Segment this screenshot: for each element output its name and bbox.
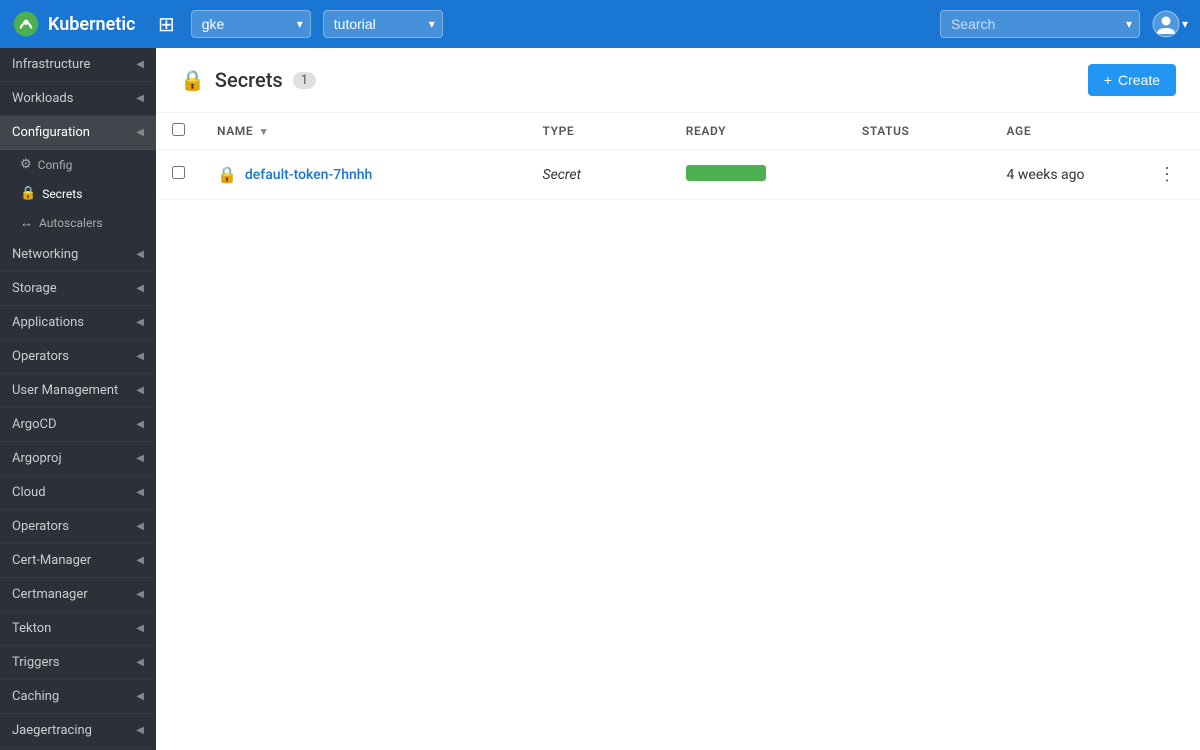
secret-lock-icon: 🔒 [217, 165, 237, 184]
sidebar-item-jaegertracing[interactable]: Jaegertracing ◀ [0, 714, 156, 748]
secret-name-link[interactable]: default-token-7hnhh [245, 167, 372, 183]
chevron-icon: ◀ [136, 725, 144, 736]
row-checkbox[interactable] [172, 166, 185, 179]
cluster-select[interactable]: gke minikube local [191, 10, 311, 38]
row-type-cell: Secret [527, 150, 670, 200]
sidebar-item-cloud[interactable]: Cloud ◀ [0, 476, 156, 510]
sort-icon: ▾ [261, 125, 267, 138]
chevron-icon: ◀ [136, 127, 144, 138]
sidebar-item-workloads[interactable]: Workloads ◀ [0, 82, 156, 116]
row-actions-button[interactable]: ⋮ [1150, 162, 1184, 187]
sidebar-item-cert-manager[interactable]: Cert-Manager ◀ [0, 544, 156, 578]
row-name-cell: 🔒 default-token-7hnhh [201, 150, 527, 200]
search-input[interactable] [940, 10, 1140, 38]
sidebar-item-tekton[interactable]: Tekton ◀ [0, 612, 156, 646]
namespace-select[interactable]: tutorial default kube-system [323, 10, 443, 38]
user-avatar[interactable]: ▾ [1152, 10, 1188, 38]
row-status-cell [846, 150, 991, 200]
logo-icon [12, 10, 40, 38]
sidebar-item-operators2[interactable]: Operators ◀ [0, 510, 156, 544]
config-icon: ⚙ [20, 157, 32, 172]
app-logo: Kubernetic [12, 10, 142, 38]
app-header: Kubernetic ⊞ gke minikube local ▾ tutori… [0, 0, 1200, 48]
ready-bar [686, 165, 766, 181]
sidebar-sub-item-secrets[interactable]: 🔒 Secrets [0, 179, 156, 208]
chevron-icon: ◀ [136, 385, 144, 396]
secrets-table: NAME ▾ TYPE READY STATUS A [156, 113, 1200, 200]
sidebar-item-storage[interactable]: Storage ◀ [0, 272, 156, 306]
secrets-icon: 🔒 [20, 186, 36, 201]
sidebar-sub-item-config[interactable]: ⚙ Config [0, 150, 156, 179]
col-name[interactable]: NAME ▾ [201, 113, 527, 150]
sidebar-item-argoproj[interactable]: Argoproj ◀ [0, 442, 156, 476]
autoscalers-icon: ↔ [20, 215, 33, 231]
sidebar-sub-item-autoscalers[interactable]: ↔ Autoscalers [0, 208, 156, 238]
cluster-select-wrapper[interactable]: gke minikube local ▾ [191, 10, 311, 38]
sidebar-item-triggers[interactable]: Triggers ◀ [0, 646, 156, 680]
table-header-row: NAME ▾ TYPE READY STATUS A [156, 113, 1200, 150]
row-actions-cell: ⋮ [1134, 150, 1200, 200]
chevron-icon: ◀ [136, 521, 144, 532]
chevron-icon: ◀ [136, 589, 144, 600]
sidebar-item-argocd[interactable]: ArgoCD ◀ [0, 408, 156, 442]
table-body: 🔒 default-token-7hnhh Secret [156, 150, 1200, 200]
chevron-icon: ◀ [136, 419, 144, 430]
search-wrapper[interactable]: ▾ [940, 10, 1140, 38]
chevron-icon: ◀ [136, 59, 144, 70]
col-actions [1134, 113, 1200, 150]
chevron-icon: ◀ [136, 249, 144, 260]
user-icon [1152, 10, 1180, 38]
page-count-badge: 1 [293, 72, 316, 89]
content-area: 🔒 Secrets 1 + Create NAME [156, 48, 1200, 750]
create-plus-icon: + [1104, 72, 1112, 88]
app-name: Kubernetic [48, 14, 135, 35]
sidebar-item-user-management[interactable]: User Management ◀ [0, 374, 156, 408]
sidebar-item-networking[interactable]: Networking ◀ [0, 238, 156, 272]
select-all-col [156, 113, 201, 150]
create-button[interactable]: + Create [1088, 64, 1176, 96]
name-cell: 🔒 default-token-7hnhh [217, 165, 511, 184]
chevron-icon: ◀ [136, 623, 144, 634]
sidebar-item-caching[interactable]: Caching ◀ [0, 680, 156, 714]
table-row: 🔒 default-token-7hnhh Secret [156, 150, 1200, 200]
user-chevron: ▾ [1182, 17, 1188, 31]
col-type: TYPE [527, 113, 670, 150]
select-all-checkbox[interactable] [172, 123, 185, 136]
sidebar-item-configuration[interactable]: Configuration ◀ [0, 116, 156, 150]
chevron-icon: ◀ [136, 453, 144, 464]
secrets-table-container: NAME ▾ TYPE READY STATUS A [156, 113, 1200, 200]
chevron-icon: ◀ [136, 487, 144, 498]
row-ready-cell [670, 150, 846, 200]
sidebar-item-infrastructure[interactable]: Infrastructure ◀ [0, 48, 156, 82]
chevron-icon: ◀ [136, 691, 144, 702]
chevron-icon: ◀ [136, 283, 144, 294]
row-age-cell: 4 weeks ago [991, 150, 1134, 200]
chevron-icon: ◀ [136, 351, 144, 362]
chevron-icon: ◀ [136, 317, 144, 328]
page-icon: 🔒 [180, 68, 205, 92]
row-checkbox-cell [156, 150, 201, 200]
chevron-icon: ◀ [136, 555, 144, 566]
page-header: 🔒 Secrets 1 + Create [156, 48, 1200, 113]
chevron-icon: ◀ [136, 93, 144, 104]
sidebar-item-certmanager[interactable]: Certmanager ◀ [0, 578, 156, 612]
sidebar-item-operators[interactable]: Operators ◀ [0, 340, 156, 374]
main-layout: Infrastructure ◀ Workloads ◀ Configurati… [0, 48, 1200, 750]
page-title-row: 🔒 Secrets 1 [180, 68, 316, 92]
sidebar-item-applications[interactable]: Applications ◀ [0, 306, 156, 340]
col-status: STATUS [846, 113, 991, 150]
chevron-icon: ◀ [136, 657, 144, 668]
grid-icon[interactable]: ⊞ [154, 8, 179, 40]
page-title: Secrets [215, 68, 283, 92]
col-age: AGE [991, 113, 1134, 150]
sidebar: Infrastructure ◀ Workloads ◀ Configurati… [0, 48, 156, 750]
col-ready: READY [670, 113, 846, 150]
namespace-select-wrapper[interactable]: tutorial default kube-system ▾ [323, 10, 443, 38]
